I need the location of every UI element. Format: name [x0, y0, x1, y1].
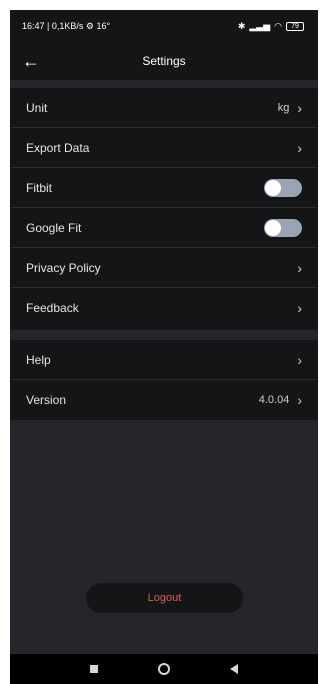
settings-item-label: Export Data	[26, 140, 90, 155]
battery-icon: 79	[286, 21, 304, 31]
chevron-right-icon: ›	[297, 351, 302, 368]
settings-item-label: Feedback	[26, 301, 79, 315]
settings-item-label: Help	[26, 352, 51, 367]
system-nav-bar	[10, 654, 318, 684]
sync-icon: ⚙	[85, 21, 94, 31]
settings-item-google-fit: Google Fit	[10, 208, 318, 248]
settings-item-feedback[interactable]: Feedback ›	[10, 288, 318, 328]
settings-item-privacy-policy[interactable]: Privacy Policy ›	[10, 248, 318, 288]
app-screen: 16:47 | 0,1KB/s ⚙ 16° ✱ ▂▃▅ ◠ 79 ← Setti…	[10, 10, 318, 684]
fitbit-toggle[interactable]	[264, 178, 302, 197]
settings-item-version[interactable]: Version 4.0.04 ›	[10, 380, 318, 420]
chevron-right-icon: ›	[297, 99, 302, 116]
chevron-right-icon: ›	[297, 300, 302, 316]
app-header: ← Settings	[10, 42, 318, 80]
toggle-knob	[265, 179, 281, 196]
status-left: 16:47 | 0,1KB/s ⚙ 16°	[22, 21, 110, 31]
unit-value: kg	[277, 101, 290, 114]
circle-icon[interactable]	[158, 663, 170, 675]
status-time: 16:47	[22, 21, 45, 31]
settings-item-export-data[interactable]: Export Data ›	[10, 128, 318, 168]
triangle-back-icon[interactable]	[230, 664, 238, 674]
settings-list: Unit kg › Export Data › Fitbit Google Fi…	[10, 88, 318, 330]
version-value: 4.0.04	[258, 394, 290, 406]
chevron-right-icon: ›	[297, 392, 302, 408]
status-temp: 16°	[96, 21, 111, 31]
status-right: ✱ ▂▃▅ ◠ 79	[237, 20, 304, 31]
wifi-icon: ◠	[274, 20, 282, 31]
settings-item-help[interactable]: Help ›	[10, 340, 318, 380]
settings-item-label: Version	[26, 393, 67, 407]
settings-item-label: Privacy Policy	[26, 260, 101, 275]
settings-item-label: Google Fit	[26, 220, 82, 235]
chevron-right-icon: ›	[297, 139, 302, 156]
square-icon[interactable]	[90, 665, 98, 673]
status-bar: 16:47 | 0,1KB/s ⚙ 16° ✱ ▂▃▅ ◠ 79	[10, 10, 318, 42]
settings-item-label: Fitbit	[26, 180, 53, 195]
settings-item-unit[interactable]: Unit kg ›	[10, 88, 318, 128]
status-network-speed: | 0,1KB/s	[47, 21, 84, 31]
page-title: Settings	[142, 54, 186, 68]
chevron-right-icon: ›	[297, 259, 302, 276]
google-fit-toggle[interactable]	[264, 218, 302, 237]
logout-button[interactable]: Logout	[86, 583, 243, 613]
toggle-knob	[265, 219, 281, 236]
signal-icon: ▂▃▅	[249, 20, 271, 31]
settings-item-label: Unit	[26, 100, 48, 115]
settings-item-fitbit: Fitbit	[10, 168, 318, 208]
help-list: Help › Version 4.0.04 ›	[10, 340, 318, 420]
bluetooth-icon: ✱	[237, 20, 246, 31]
